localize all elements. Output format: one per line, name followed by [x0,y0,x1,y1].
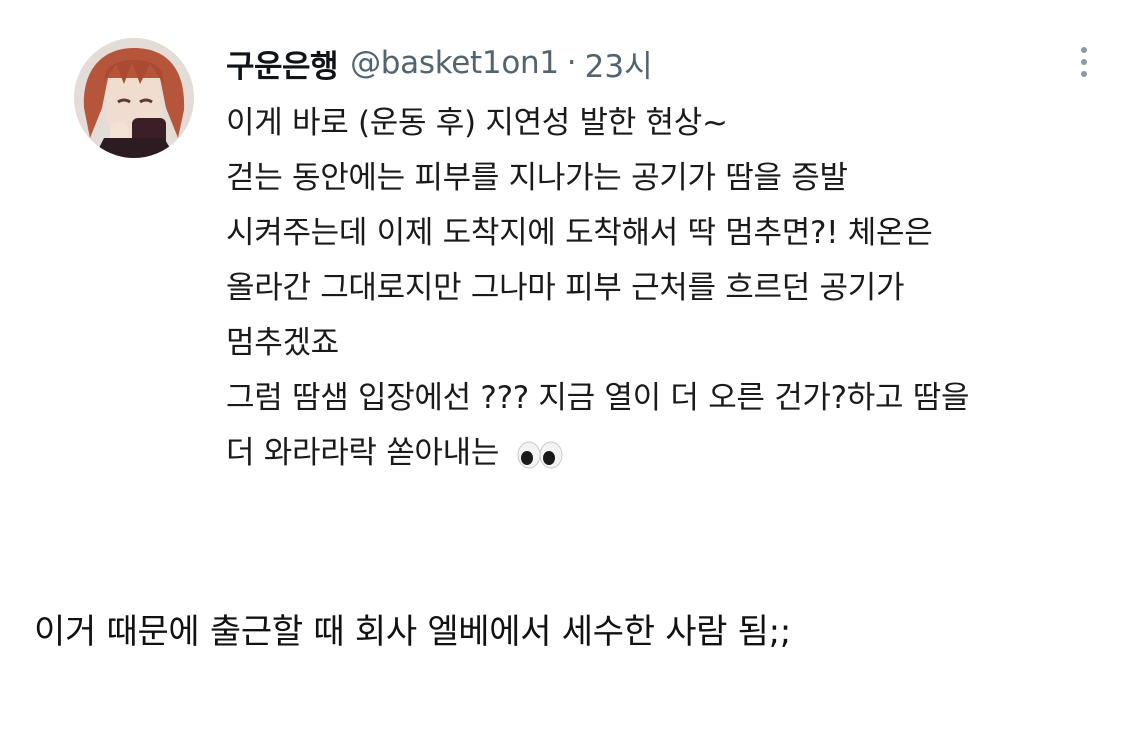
tweet-line: 멈추겠죠 [226,325,339,361]
tweet-line: 시켜주는데 이제 도착지에 도착해서 딱 멈추면?! 체온은 [226,215,933,251]
separator-dot: · [566,45,577,81]
eyes-emoji [517,441,563,468]
more-vertical-icon [1081,47,1087,53]
tweet-card: 구운은행 @basket1on1 · 23시 이게 바로 (운동 후) 지연성 … [0,0,1144,520]
tweet-line-text: 더 와라라락 쏟아내는 [226,435,500,471]
more-vertical-icon-dot [1081,71,1087,77]
tweet-header: 구운은행 @basket1on1 · 23시 [226,38,653,88]
avatar[interactable] [74,38,194,158]
caption-text: 이거 때문에 출근할 때 회사 엘베에서 세수한 사람 됨;; [34,612,791,652]
tweet-text: 이게 바로 (운동 후) 지연성 발한 현상~ 걷는 동안에는 피부를 지나가는… [226,96,1126,481]
display-name[interactable]: 구운은행 [226,41,339,86]
tweet-line-last: 더 와라라락 쏟아내는 [226,426,1126,481]
more-vertical-icon-dot [1081,59,1087,65]
tweet-line: 올라간 그대로지만 그나마 피부 근처를 흐르던 공기가 [226,270,905,306]
user-handle[interactable]: @basket1on1 [350,45,559,81]
tweet-line: 그럼 땀샘 입장에선 ??? 지금 열이 더 오른 건가?하고 땀을 [226,380,970,416]
tweet-line: 걷는 동안에는 피부를 지나가는 공기가 땀을 증발 [226,160,848,196]
more-options-button[interactable] [1066,38,1102,86]
tweet-line: 이게 바로 (운동 후) 지연성 발한 현상~ [226,105,728,141]
avatar-image [74,38,194,158]
timestamp[interactable]: 23시 [585,41,653,86]
